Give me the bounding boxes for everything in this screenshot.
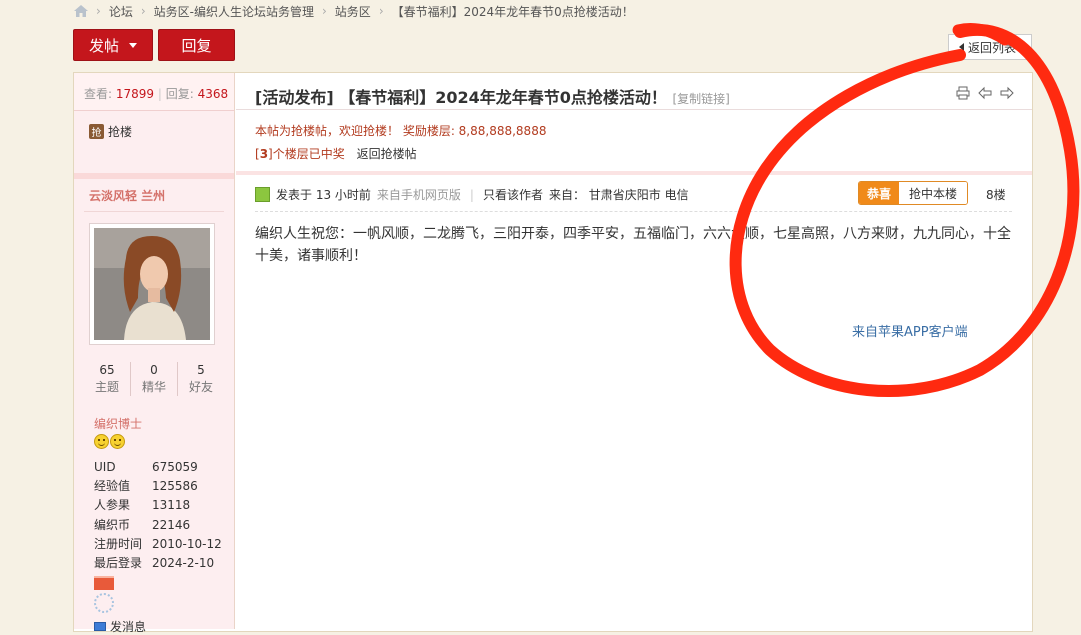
breadcrumb-separator: › xyxy=(96,4,101,18)
info-value: 22146 xyxy=(152,517,191,532)
next-thread-icon[interactable] xyxy=(1000,86,1014,100)
home-icon[interactable] xyxy=(74,5,88,17)
author-info: UID 675059 经验值 125586 人参果 13118 编织币 22146 注册… xyxy=(94,458,222,573)
info-row: UID 675059 xyxy=(94,458,222,477)
divider xyxy=(255,211,1012,212)
winners-count[interactable]: 3 xyxy=(260,147,268,161)
separator: | xyxy=(469,187,474,202)
replies-count: 4368 xyxy=(197,87,229,101)
breadcrumb-separator: › xyxy=(140,4,146,18)
info-value: 13118 xyxy=(152,498,191,513)
reply-label: 回复 xyxy=(181,36,212,55)
back-to-list-label: 返回列表 xyxy=(968,40,1017,55)
thread-title: [活动发布] 【春节福利】2024年龙年春节0点抢楼活动！ [复制链接] xyxy=(255,84,730,108)
breadcrumb-separator: › xyxy=(321,4,327,18)
smiley-icon xyxy=(94,434,109,449)
only-author-link[interactable]: 只看该作者 xyxy=(483,186,543,203)
thread-tools xyxy=(956,86,1014,100)
medal-icon[interactable] xyxy=(94,593,114,613)
author-rank[interactable]: 编织博士 xyxy=(94,415,142,432)
new-post-button[interactable]: 发帖 xyxy=(73,29,153,61)
medal-icon[interactable] xyxy=(94,576,114,590)
breadcrumb-item[interactable]: 站务区-编织人生论坛站务管理 xyxy=(154,3,314,20)
divider xyxy=(84,211,224,212)
stat-value: 0 xyxy=(150,363,158,377)
reply-button[interactable]: 回复 xyxy=(158,29,235,61)
grab-floor-icon: 抢 xyxy=(89,124,104,139)
author-stat-digest[interactable]: 0 精华 xyxy=(130,362,177,396)
copy-link[interactable]: [复制链接] xyxy=(672,92,729,106)
thread-type-label: 抢楼 xyxy=(108,125,133,139)
breadcrumb: › 论坛 › 站务区-编织人生论坛站务管理 › 站务区 › 【春节福利】2024… xyxy=(74,2,634,20)
post-location: 来自： 甘肃省庆阳市 电信 xyxy=(548,188,689,202)
previous-thread-icon[interactable] xyxy=(978,86,992,100)
info-row: 最后登录 2024-2-10 xyxy=(94,554,222,573)
breadcrumb-item[interactable]: 站务区 xyxy=(335,3,371,20)
rank-stars xyxy=(94,434,125,449)
divider xyxy=(74,173,234,179)
info-key: 注册时间 xyxy=(94,536,143,551)
thread-stats: 查看: 17899 | 回复: 4368 xyxy=(84,87,229,101)
replies-label: 回复: xyxy=(165,87,194,101)
views-count: 17899 xyxy=(115,87,155,101)
info-value: 125586 xyxy=(152,479,198,494)
thread-type-tag[interactable]: 抢 抢楼 xyxy=(89,123,132,140)
info-key: 经验值 xyxy=(94,479,131,494)
new-post-label: 发帖 xyxy=(88,36,119,55)
back-to-list-button[interactable]: 返回列表 xyxy=(948,34,1032,60)
author-name[interactable]: 云淡风轻 兰州 xyxy=(89,187,165,204)
breadcrumb-item[interactable]: 【春节福利】2024年龙年春节0点抢楼活动！ xyxy=(392,3,634,20)
breadcrumb-item[interactable]: 论坛 xyxy=(109,3,133,20)
author-stat-threads[interactable]: 65 主题 xyxy=(84,362,130,396)
info-value: 675059 xyxy=(152,460,198,474)
views-label: 查看: xyxy=(84,87,113,101)
stat-value: 5 xyxy=(197,363,205,377)
info-row: 人参果 13118 xyxy=(94,496,222,515)
print-icon[interactable] xyxy=(956,86,970,100)
author-counts: 65 主题 0 精华 5 好友 xyxy=(84,362,224,396)
avatar-image xyxy=(94,228,210,340)
winners-line: [3]个楼层已中奖 返回抢楼帖 xyxy=(255,145,417,162)
stat-label: 精华 xyxy=(141,380,166,394)
smiley-icon xyxy=(110,434,125,449)
back-to-thread-link[interactable]: 返回抢楼帖 xyxy=(357,147,417,161)
won-floor-label: 抢中本楼 xyxy=(899,182,968,204)
floor-number[interactable]: 8楼 xyxy=(986,186,1006,203)
congrats-label: 恭喜 xyxy=(859,182,900,204)
stat-value: 65 xyxy=(99,363,115,377)
info-key: UID xyxy=(94,460,116,474)
online-user-icon xyxy=(255,187,270,202)
envelope-icon xyxy=(94,622,106,631)
thread-title-text: [活动发布] 【春节福利】2024年龙年春节0点抢楼活动！ xyxy=(255,88,667,107)
send-message-link[interactable]: 发消息 xyxy=(94,618,146,635)
author-stat-friends[interactable]: 5 好友 xyxy=(177,362,224,396)
info-key: 最后登录 xyxy=(94,556,143,571)
stat-label: 主题 xyxy=(94,380,119,394)
chevron-down-icon xyxy=(129,42,137,48)
info-key: 编织币 xyxy=(94,517,131,532)
post-meta: 发表于 13 小时前 来自手机网页版 | 只看该作者 来自： 甘肃省庆阳市 电信 xyxy=(255,186,689,203)
post-source[interactable]: 来自手机网页版 xyxy=(377,186,461,203)
winner-badge: 恭喜 抢中本楼 xyxy=(858,181,969,205)
avatar[interactable] xyxy=(89,223,215,345)
info-row: 编织币 22146 xyxy=(94,516,222,535)
arrow-left-icon xyxy=(959,43,964,51)
grab-floor-notice: 本帖为抢楼帖，欢迎抢楼！ 奖励楼层: 8,88,888,8888 xyxy=(255,124,547,138)
post-body: 编织人生祝您：一帆风顺，二龙腾飞，三阳开泰，四季平安，五福临门，六六大顺，七星高… xyxy=(255,226,1011,264)
winners-label[interactable]: ]个楼层已中奖 xyxy=(268,147,345,161)
info-value: 2024-2-10 xyxy=(152,556,215,571)
info-key: 人参果 xyxy=(94,498,131,513)
stat-label: 好友 xyxy=(188,380,213,394)
divider xyxy=(236,171,1032,175)
send-message-label: 发消息 xyxy=(110,620,147,634)
divider xyxy=(236,109,1032,110)
post-time: 发表于 13 小时前 xyxy=(276,188,371,202)
info-value: 2010-10-12 xyxy=(152,536,222,551)
info-row: 经验值 125586 xyxy=(94,477,222,496)
breadcrumb-separator: › xyxy=(378,4,384,18)
info-row: 注册时间 2010-10-12 xyxy=(94,535,222,554)
app-client-link[interactable]: 来自苹果APP客户端 xyxy=(852,321,968,340)
